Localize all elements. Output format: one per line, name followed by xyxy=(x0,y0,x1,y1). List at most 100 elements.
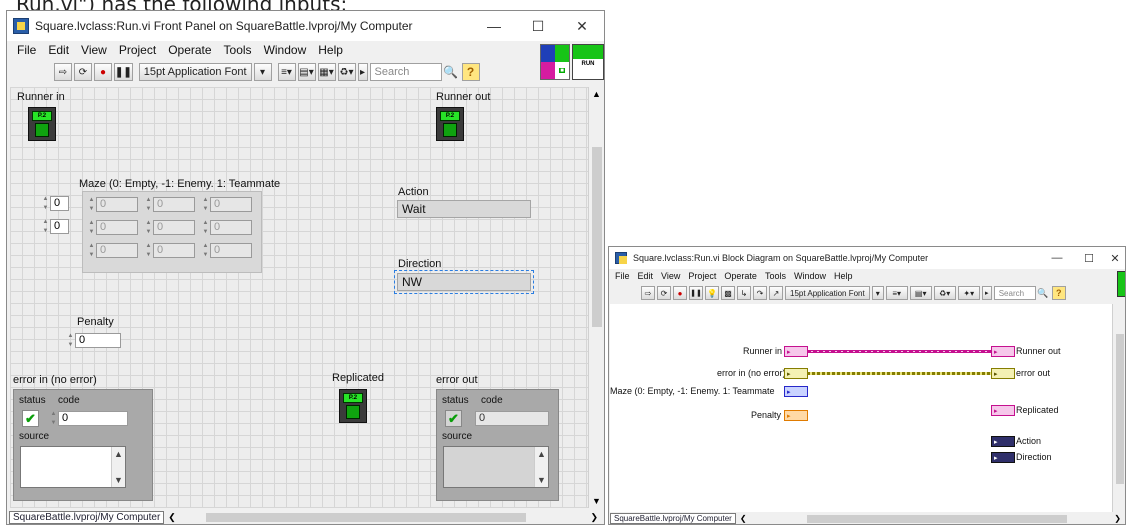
maze-col-index[interactable]: ▲ ▼ 0 xyxy=(41,218,69,235)
menu-help[interactable]: Help xyxy=(312,43,349,57)
error-in-cluster[interactable]: status code ✔ ▲ ▼ 0 source ▲ ▼ xyxy=(13,389,153,501)
maze-row-index[interactable]: ▲ ▼ 0 xyxy=(41,195,69,212)
class-wire[interactable] xyxy=(807,350,991,353)
maze-cell[interactable]: ▲ ▼ 0 xyxy=(144,219,195,236)
menu-tools[interactable]: Tools xyxy=(761,271,790,281)
minimize-button[interactable]: — xyxy=(1041,247,1073,269)
scroll-right-icon[interactable]: ❯ xyxy=(1114,514,1121,523)
highlight-execution-icon[interactable]: 💡 xyxy=(705,286,719,300)
font-dropdown-icon[interactable]: ▾ xyxy=(871,286,884,300)
close-button[interactable]: ✕ xyxy=(560,11,604,41)
scrollbar[interactable]: ▲ ▼ xyxy=(111,447,125,487)
menu-file[interactable]: File xyxy=(11,43,42,57)
menu-window[interactable]: Window xyxy=(258,43,313,57)
maze-array[interactable]: ▲ ▼ 0 ▲ ▼ 0 ▲ ▼ 0 ▲ ▼ 0 ▲ ▼ 0 ▲ ▼ 0 ▲ ▼ 0 ▲ ▼ 0 ▲ ▼ 0 xyxy=(82,191,262,273)
spinner-icon[interactable]: ▲ ▼ xyxy=(41,218,50,235)
menu-edit[interactable]: Edit xyxy=(634,271,658,281)
scroll-up-icon[interactable]: ▲ xyxy=(589,89,604,99)
spinner-icon[interactable]: ▲ ▼ xyxy=(49,410,58,427)
bd-maze-terminal[interactable]: ▸ xyxy=(784,386,808,397)
run-continuously-icon[interactable]: ⟳ xyxy=(74,63,92,81)
horizontal-scroll-thumb[interactable] xyxy=(205,513,526,522)
maze-row-index-value[interactable]: 0 xyxy=(50,196,69,211)
menu-project[interactable]: Project xyxy=(113,43,162,57)
project-status-tab[interactable]: SquareBattle.lvproj/My Computer xyxy=(610,513,736,524)
scroll-left-icon[interactable]: ❮ xyxy=(740,514,747,523)
runner-in-control[interactable]: P.2 xyxy=(28,107,56,141)
font-dropdown-icon[interactable]: ▾ xyxy=(253,63,272,81)
error-in-status-checkbox[interactable]: ✔ xyxy=(22,410,39,427)
vi-run-icon[interactable]: RUN xyxy=(572,44,604,80)
maze-cell[interactable]: ▲ ▼ 0 xyxy=(144,196,195,213)
step-over-icon[interactable]: ↷ xyxy=(753,286,767,300)
context-help-icon[interactable]: ? xyxy=(461,63,480,81)
scrollbar[interactable]: ▲ ▼ xyxy=(534,447,548,487)
align-objects-icon[interactable]: ≡▾ xyxy=(885,286,908,300)
maze-cell[interactable]: ▲ ▼ 0 xyxy=(144,242,195,259)
menu-view[interactable]: View xyxy=(75,43,113,57)
align-objects-icon[interactable]: ≡▾ xyxy=(277,63,296,81)
penalty-value[interactable]: 0 xyxy=(75,333,121,348)
search-dropdown-icon[interactable]: ▸ xyxy=(981,286,992,300)
font-selector[interactable]: 15pt Application Font xyxy=(785,286,870,300)
menu-help[interactable]: Help xyxy=(830,271,857,281)
error-wire[interactable] xyxy=(807,372,991,375)
menu-edit[interactable]: Edit xyxy=(42,43,75,57)
project-status-tab[interactable]: SquareBattle.lvproj/My Computer xyxy=(9,511,165,524)
penalty-control[interactable]: ▲ ▼ 0 xyxy=(66,332,121,349)
block-diagram-vertical-scrollbar[interactable] xyxy=(1112,304,1125,512)
error-in-code-value[interactable]: 0 xyxy=(58,411,128,426)
search-icon[interactable]: 🔍 xyxy=(1036,286,1050,300)
maximize-button[interactable]: ☐ xyxy=(516,11,560,41)
menu-operate[interactable]: Operate xyxy=(162,43,217,57)
horizontal-scroll-thumb[interactable] xyxy=(806,514,1067,523)
vertical-scroll-thumb[interactable] xyxy=(1116,334,1124,484)
search-icon[interactable]: 🔍 xyxy=(442,63,460,81)
run-continuously-icon[interactable]: ⟳ xyxy=(657,286,671,300)
search-dropdown-icon[interactable]: ▸ xyxy=(357,63,368,81)
menu-file[interactable]: File xyxy=(611,271,634,281)
menu-operate[interactable]: Operate xyxy=(720,271,761,281)
abort-icon[interactable]: ● xyxy=(94,63,112,81)
maze-col-index-value[interactable]: 0 xyxy=(50,219,69,234)
error-in-source-field[interactable]: ▲ ▼ xyxy=(20,446,126,488)
scroll-right-icon[interactable]: ❯ xyxy=(590,512,598,523)
front-panel-vertical-scrollbar[interactable]: ▲ ▼ xyxy=(588,87,604,508)
maze-cell[interactable]: ▲ ▼ 0 xyxy=(87,196,138,213)
maze-cell[interactable]: ▲ ▼ 0 xyxy=(201,219,252,236)
bd-error-in-terminal[interactable]: ▸ xyxy=(784,368,808,379)
pause-icon[interactable]: ❚❚ xyxy=(689,286,703,300)
spinner-icon[interactable]: ▲ ▼ xyxy=(66,332,75,349)
cleanup-diagram-icon[interactable]: ✦▾ xyxy=(957,286,980,300)
menu-view[interactable]: View xyxy=(657,271,684,281)
bd-action-terminal[interactable]: ▸ xyxy=(991,436,1015,447)
retain-wire-values-icon[interactable]: ▩ xyxy=(721,286,735,300)
run-arrow-icon[interactable]: ⇨ xyxy=(641,286,655,300)
step-into-icon[interactable]: ↳ xyxy=(737,286,751,300)
font-selector[interactable]: 15pt Application Font xyxy=(138,63,252,81)
abort-icon[interactable]: ● xyxy=(673,286,687,300)
bd-error-out-terminal[interactable]: ▸ xyxy=(991,368,1015,379)
maze-cell[interactable]: ▲ ▼ 0 xyxy=(201,242,252,259)
resize-objects-icon[interactable]: ▦▾ xyxy=(317,63,336,81)
bd-runner-out-terminal[interactable]: ▸ xyxy=(991,346,1015,357)
error-in-code-control[interactable]: ▲ ▼ 0 xyxy=(49,410,128,427)
distribute-objects-icon[interactable]: ▤▾ xyxy=(297,63,316,81)
menu-window[interactable]: Window xyxy=(790,271,830,281)
bd-penalty-terminal[interactable]: ▸ xyxy=(784,410,808,421)
maze-cell[interactable]: ▲ ▼ 0 xyxy=(87,242,138,259)
bd-runner-in-terminal[interactable]: ▸ xyxy=(784,346,808,357)
reorder-icon[interactable]: ♻▾ xyxy=(337,63,356,81)
bd-direction-terminal[interactable]: ▸ xyxy=(991,452,1015,463)
step-out-icon[interactable]: ↗ xyxy=(769,286,783,300)
run-arrow-icon[interactable]: ⇨ xyxy=(54,63,72,81)
search-input[interactable]: Search xyxy=(993,286,1036,300)
context-help-icon[interactable]: ? xyxy=(1051,286,1066,300)
search-input[interactable]: Search xyxy=(369,63,442,81)
vertical-scroll-thumb[interactable] xyxy=(592,147,602,327)
block-diagram-canvas[interactable]: Runner in ▸ ▸ Runner out error in (no er… xyxy=(610,304,1112,512)
front-panel-canvas[interactable]: Runner in P.2 Runner out P.2 Maze (0: Em… xyxy=(10,87,588,508)
close-button[interactable]: ✕ xyxy=(1105,247,1125,269)
menu-project[interactable]: Project xyxy=(684,271,720,281)
connector-pane-icon[interactable]: ■ xyxy=(540,44,570,80)
